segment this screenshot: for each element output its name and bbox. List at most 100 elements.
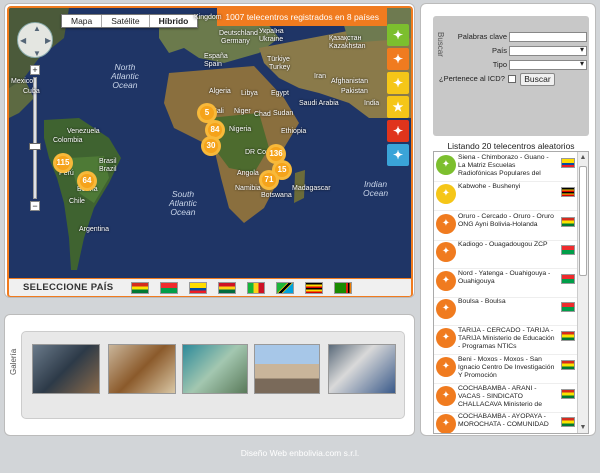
map-type-satelite-button[interactable]: Satélite [102,15,150,27]
list-item[interactable]: ✦ Oruro - Cercado - Oruro - Oruro ONG Ay… [434,211,578,241]
map-label: Venezuela [67,128,100,135]
ocean-label: North Atlantic Ocean [111,62,139,90]
flag-burkina-faso[interactable] [160,281,179,294]
list-item[interactable]: ✦ Kadiogo - Ouagadougou ZCP [434,239,578,269]
flag-ghana[interactable] [218,281,237,294]
gallery-thumbnail[interactable] [182,344,248,394]
registered-count-banner: 1007 telecentros registrados en 8 países [217,8,387,26]
cluster-marker[interactable]: 64 [77,171,97,191]
map-label: Kingdom [194,14,222,21]
list-scrollbar[interactable]: ▲ ▼ [577,152,588,433]
country-select[interactable] [509,45,587,56]
map-label: Kazakhstan [329,43,366,50]
gallery-label: Galería [9,348,18,375]
category-icon-blue[interactable]: ✦ [387,144,409,166]
category-icon-yellow[interactable]: ✦ [387,72,409,94]
sidebar-panel: Buscar Palabras clave País Tipo ¿Pertene… [420,3,596,436]
keywords-input[interactable] [509,32,587,42]
telecenter-icon: ✦ [436,328,456,348]
flag-uganda[interactable] [305,281,324,294]
map-label: Madagascar [292,185,331,192]
pan-down-icon[interactable]: ▼ [33,49,41,58]
map-label: Cuba [23,88,40,95]
cluster-marker[interactable]: 30 [201,136,221,156]
pan-up-icon[interactable]: ▲ [33,24,41,33]
zoom-slider-handle[interactable] [29,143,41,150]
scrollbar-thumb[interactable] [579,166,587,276]
list-item[interactable]: ✦ Kabwohe - Bushenyi [434,181,578,211]
category-icons: ✦ ✦ ✦ ★ ✦ ✦ [387,24,411,166]
map-label: Chile [69,198,85,205]
map-label: India [364,100,380,107]
list-item[interactable]: ✦ TARIJA - CERCADO - TARIJA - TARIJA Min… [434,325,578,355]
gallery-thumbnail[interactable] [108,344,176,394]
list-title: Listando 20 telecentros aleatorios [447,141,575,151]
map-label: Namibia [235,185,261,192]
pan-control[interactable]: ▲ ▼ ◀ ▶ [17,22,53,58]
zoom-out-button[interactable]: − [30,201,40,211]
category-icon-star[interactable]: ★ [387,96,409,118]
icd-question-label: ¿Pertenece al ICD? [439,74,505,83]
gallery-thumbnail[interactable] [254,344,320,394]
search-button[interactable]: Buscar [520,73,555,86]
ocean-label: South Atlantic Ocean [169,189,197,217]
map-label: Chad [254,111,271,118]
map-label: Mexico [11,78,34,85]
list-item[interactable]: ✦ Boulsa - Boulsa [434,296,578,326]
flag-burkina-faso [561,274,575,284]
telecenter-icon: ✦ [436,214,456,234]
pan-left-icon[interactable]: ◀ [20,36,26,45]
gallery-strip [21,331,405,419]
list-item[interactable]: ✦ Nord - Yatenga - Ouahigouya - Ouahigou… [434,268,578,298]
telecenter-icon: ✦ [436,242,456,262]
list-item[interactable]: ✦ Siena - Chimborazo - Guano - La Matriz… [434,152,578,182]
map-type-hibrido-button[interactable]: Híbrido [150,15,198,27]
telecenter-icon: ✦ [436,271,456,291]
map-label: Spain [204,61,222,68]
map-label: Қазақстан [329,35,362,42]
telecenter-icon: ✦ [436,184,456,204]
map-type-mapa-button[interactable]: Mapa [62,15,103,27]
map-label: Libya [241,90,258,97]
scroll-down-icon[interactable]: ▼ [578,424,588,431]
cluster-marker[interactable]: 71 [259,170,279,190]
category-icon-orange[interactable]: ✦ [387,48,409,70]
flag-bolivia [561,331,575,341]
scroll-up-icon[interactable]: ▲ [578,154,588,161]
map-label: Saudi Arabia [299,100,339,107]
icd-checkbox[interactable] [508,75,516,83]
flag-ecuador[interactable] [189,281,208,294]
search-form: Buscar Palabras clave País Tipo ¿Pertene… [433,16,589,136]
cluster-marker[interactable]: 115 [53,153,73,173]
world-map[interactable]: Mapa Satélite Híbrido 1007 telecentros r… [7,6,413,278]
category-icon-green[interactable]: ✦ [387,24,409,46]
map-type-toggle: Mapa Satélite Híbrido [61,14,199,28]
map-label: Sudan [273,110,294,117]
flag-tanzania[interactable] [276,281,295,294]
zoom-slider-track[interactable] [33,77,37,199]
gallery-thumbnail[interactable] [328,344,396,394]
map-label: Argentina [79,226,109,233]
country-label: País [491,46,507,55]
flag-bolivia[interactable] [131,281,150,294]
flag-mali[interactable] [247,281,266,294]
map-label: Botswana [261,192,292,199]
map-label: Ukraine [259,36,284,43]
list-item[interactable]: ✦ Beni - Moxos - Moxos - San Ignacio Cen… [434,354,578,384]
flag-zambia[interactable] [334,281,353,294]
flag-uganda [561,187,575,197]
map-label: Turkey [269,64,291,71]
telecenter-icon: ✦ [436,299,456,319]
footer-credit[interactable]: Diseño Web enbolivia.com s.r.l. [0,448,600,458]
list-item[interactable]: ✦ COCHABAMBA - AYOPAYA - MOROCHATA - COM… [434,411,578,433]
list-item[interactable]: ✦ COCHABAMBA - ARANI - VACAS - SINDICATO… [434,383,578,413]
gallery-thumbnail[interactable] [32,344,100,394]
telecenter-icon: ✦ [436,414,456,433]
type-label: Tipo [492,60,507,69]
map-label: Ethiopia [281,128,307,135]
map-label: Türkiye [267,56,290,63]
pan-right-icon[interactable]: ▶ [45,36,51,45]
category-icon-red[interactable]: ✦ [387,120,409,142]
zoom-in-button[interactable]: + [30,65,40,75]
type-select[interactable] [509,59,587,70]
